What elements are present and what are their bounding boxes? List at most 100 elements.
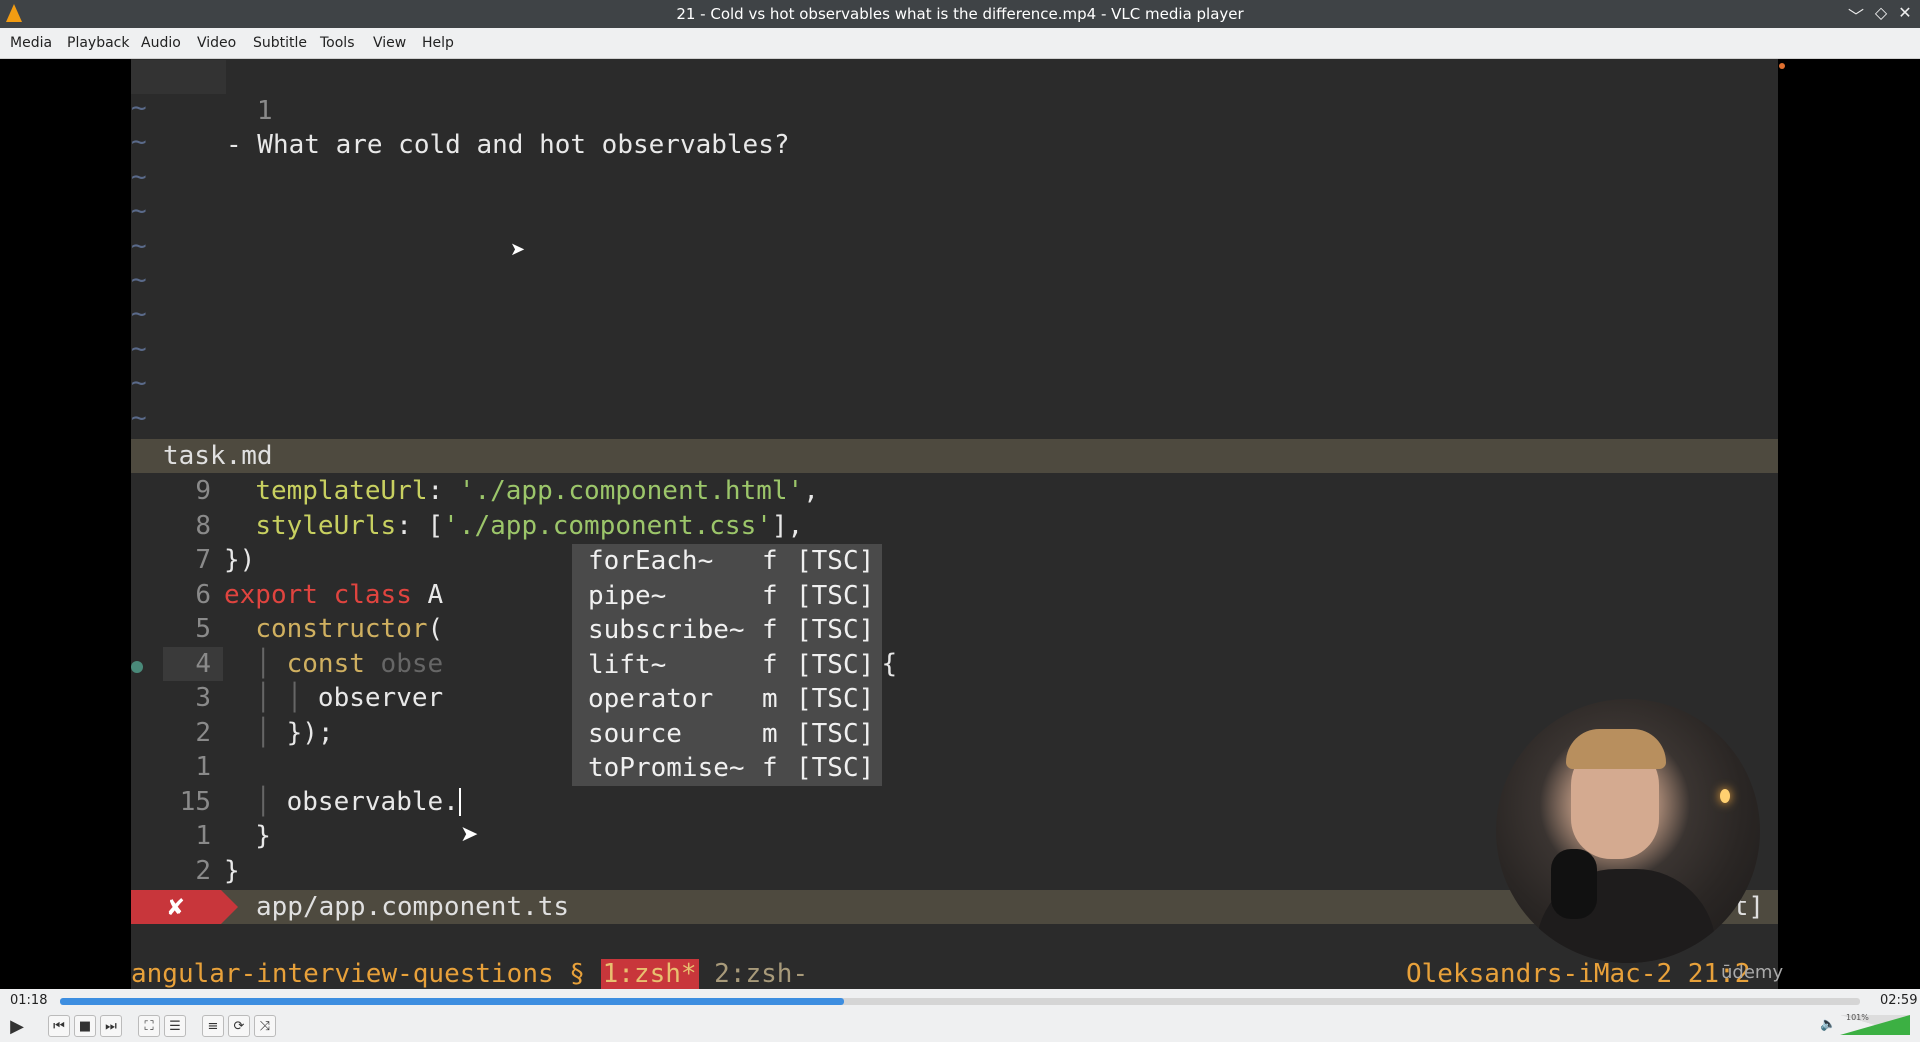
- menu-audio[interactable]: Audio: [141, 35, 181, 51]
- shuffle-button[interactable]: ⤨: [254, 1015, 276, 1037]
- completion-kind: f: [762, 615, 778, 645]
- tilde-marker: ~: [131, 93, 147, 123]
- code-token: './app.component.css': [443, 510, 772, 541]
- completion-source: [TSC]: [796, 649, 875, 680]
- code-text: export class A: [224, 578, 443, 612]
- tmux-status-bar: angular-interview-questions § 1:zsh* 2:z…: [131, 957, 1778, 989]
- menu-media[interactable]: Media: [10, 35, 52, 51]
- speaker-icon[interactable]: 🔈: [1820, 1017, 1836, 1032]
- playlist-button[interactable]: ≡: [202, 1015, 224, 1037]
- previous-button[interactable]: ⏮: [48, 1015, 70, 1037]
- fullscreen-button[interactable]: ⛶: [138, 1015, 160, 1037]
- menu-video[interactable]: Video: [197, 35, 236, 51]
- markdown-heading: - What are cold and hot observables?: [226, 130, 790, 160]
- extended-settings-button[interactable]: ☰: [164, 1015, 186, 1037]
- code-token: }: [224, 855, 240, 886]
- line-number: 15: [179, 786, 211, 817]
- line-number: 4: [195, 648, 211, 679]
- line-number: 1: [195, 752, 211, 782]
- total-time: 02:59: [1880, 993, 1918, 1008]
- code-token: │: [224, 717, 287, 748]
- completion-item[interactable]: source m [TSC]: [572, 717, 882, 752]
- completion-kind: f: [762, 649, 778, 680]
- seek-bar[interactable]: [60, 998, 1860, 1005]
- code-text: │ │ observer ;: [224, 681, 631, 715]
- code-token: ],: [771, 510, 804, 541]
- completion-source: [TSC]: [796, 718, 875, 749]
- editor-top-line: 1 - What are cold and hot observables?: [226, 96, 790, 160]
- tilde-marker: ~: [131, 161, 147, 192]
- code-token: obse: [380, 648, 444, 679]
- mouse-pointer-icon: ➤: [460, 822, 479, 847]
- code-token: (: [427, 614, 444, 644]
- maximize-button[interactable]: ◇: [1871, 3, 1891, 22]
- line-number: 7: [195, 545, 211, 575]
- completion-name: toPromise~: [588, 753, 745, 783]
- code-text: }: [224, 854, 240, 888]
- tilde-marker: ~: [131, 265, 147, 295]
- code-text: │ });: [224, 716, 333, 750]
- next-button[interactable]: ⏭: [100, 1015, 122, 1037]
- menu-bar: Media Playback Audio Video Subtitle Tool…: [0, 28, 1920, 59]
- completion-kind: f: [762, 546, 778, 576]
- error-indicator: ✘: [131, 890, 221, 924]
- line-number: 5: [195, 614, 211, 644]
- code-text: constructor(: [224, 612, 443, 646]
- loop-button[interactable]: ⟳: [228, 1015, 250, 1037]
- tilde-marker: ~: [131, 196, 147, 227]
- stop-button[interactable]: ■: [74, 1015, 96, 1037]
- autocomplete-popup[interactable]: forEach~ f [TSC] pipe~ f [TSC] subscribe~ f [TSC…: [572, 544, 882, 786]
- completion-item[interactable]: operator m [TSC]: [572, 682, 882, 717]
- line-number: 2: [195, 855, 211, 886]
- code-token: │: [224, 648, 287, 679]
- completion-source: [TSC]: [796, 753, 875, 783]
- elapsed-time: 01:18: [10, 993, 48, 1008]
- video-surface[interactable]: 1 - What are cold and hot observables? ~…: [0, 59, 1920, 989]
- udemy-watermark: ūdemy: [1721, 962, 1784, 983]
- line-number: 8: [195, 510, 211, 541]
- seek-progress: [60, 998, 845, 1005]
- line-number: 2: [195, 717, 211, 748]
- code-text: }): [224, 543, 255, 577]
- line-number: 3: [195, 683, 211, 713]
- code-text: }: [224, 819, 271, 853]
- line-number: 6: [195, 579, 211, 610]
- tmux-session: angular-interview-questions §: [131, 959, 601, 989]
- text-cursor: [458, 788, 461, 816]
- completion-item[interactable]: toPromise~ f [TSC]: [572, 751, 882, 786]
- code-token: export: [224, 579, 334, 610]
- completion-item[interactable]: pipe~ f [TSC]: [572, 579, 882, 614]
- minimize-button[interactable]: ﹀: [1846, 3, 1866, 27]
- tilde-marker: ~: [131, 368, 147, 399]
- menu-subtitle[interactable]: Subtitle: [253, 35, 307, 51]
- menu-tools[interactable]: Tools: [320, 35, 355, 51]
- code-token: observable.: [286, 786, 459, 817]
- status-filename-top: task.md: [163, 441, 273, 471]
- close-button[interactable]: ✕: [1895, 3, 1915, 22]
- completion-name: lift~: [588, 649, 667, 680]
- code-token: const: [286, 648, 381, 679]
- menu-playback[interactable]: Playback: [67, 35, 129, 51]
- play-button[interactable]: ▶: [6, 1015, 28, 1037]
- tmux-window-inactive: 2:zsh-: [698, 959, 809, 989]
- code-token: constructor: [255, 614, 428, 644]
- completion-item[interactable]: subscribe~ f [TSC]: [572, 613, 882, 648]
- tilde-marker: ~: [131, 333, 147, 364]
- code-text: templateUrl: './app.component.html',: [224, 474, 819, 508]
- completion-item[interactable]: forEach~ f [TSC]: [572, 544, 882, 579]
- line-number: 9: [195, 476, 211, 506]
- instructor-webcam: [1496, 699, 1760, 963]
- completion-source: [TSC]: [796, 580, 875, 611]
- code-token: styleUrls: [255, 510, 397, 541]
- menu-help[interactable]: Help: [422, 35, 454, 51]
- menu-view[interactable]: View: [373, 35, 406, 51]
- completion-item[interactable]: lift~ f [TSC]: [572, 648, 882, 683]
- completion-kind: m: [762, 684, 778, 714]
- code-text: │ observable.: [224, 785, 461, 819]
- completion-name: source: [588, 718, 682, 749]
- code-token: │: [224, 786, 287, 817]
- completion-name: forEach~: [588, 546, 714, 576]
- status-line-top: task.md: [131, 439, 1778, 473]
- code-token: : [: [396, 510, 444, 541]
